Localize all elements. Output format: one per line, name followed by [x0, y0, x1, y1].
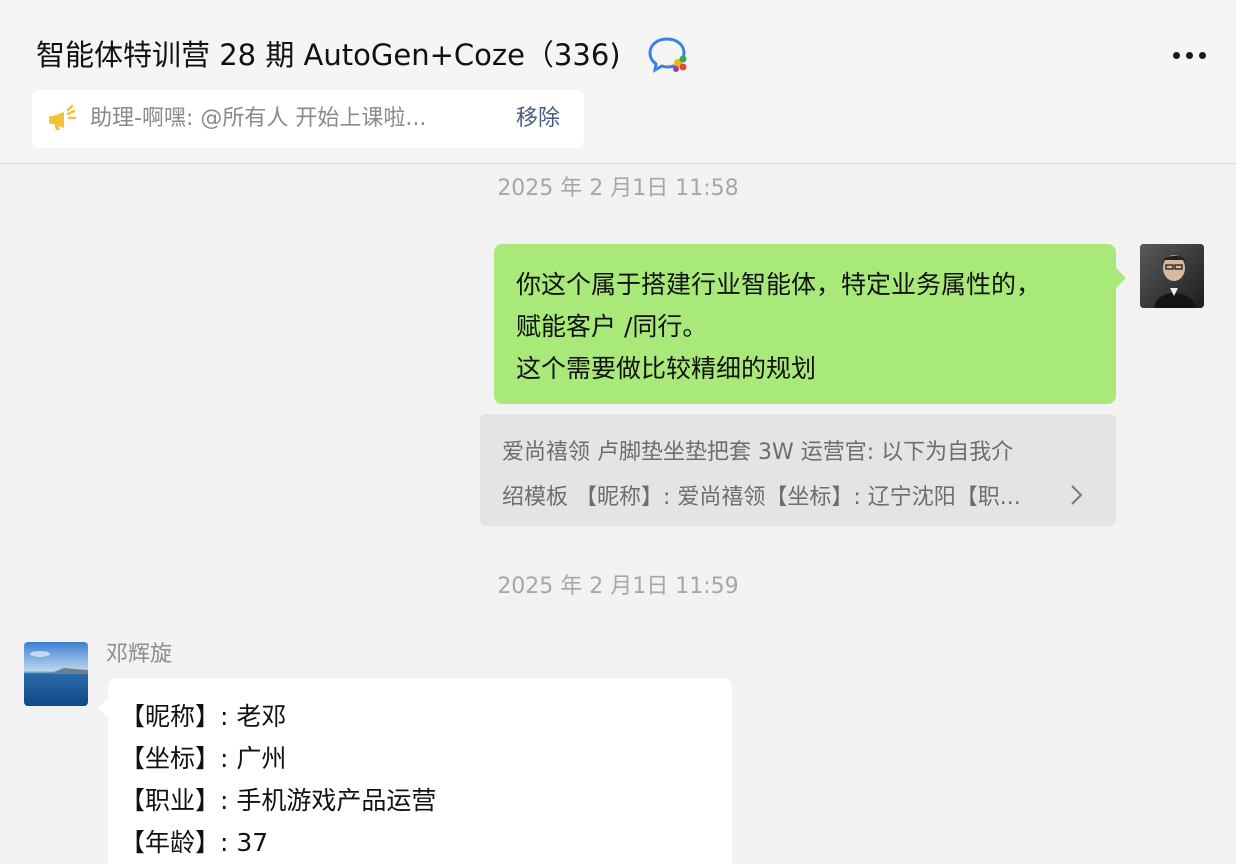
- other-message-bubble[interactable]: 【昵称】: 老邓 【坐标】: 广州 【职业】: 手机游戏产品运营 【年龄】: 3…: [98, 678, 732, 864]
- message-line: 这个需要做比较精细的规划: [516, 354, 817, 383]
- dot: [1185, 51, 1193, 59]
- message-line: 【昵称】: 老邓: [120, 702, 287, 731]
- message-line: 【坐标】: 广州: [120, 744, 287, 773]
- chat-header: 智能体特训营 28 期 AutoGen+Coze（336) 助理-啊嘿: @所有…: [0, 0, 1236, 164]
- quote-line: 绍模板 【昵称】: 爱尚禧领【坐标】: 辽宁沈阳【职...: [502, 485, 1021, 510]
- message-line: 你这个属于搭建行业智能体，特定业务属性的，: [516, 270, 1042, 299]
- chat-window: 智能体特训营 28 期 AutoGen+Coze（336) 助理-啊嘿: @所有…: [0, 0, 1236, 864]
- chat-title: 智能体特训营 28 期 AutoGen+Coze（336): [36, 38, 621, 72]
- group-announcement[interactable]: 助理-啊嘿: @所有人 开始上课啦... 移除: [32, 90, 584, 148]
- self-message-bubble[interactable]: 你这个属于搭建行业智能体，特定业务属性的， 赋能客户 /同行。 这个需要做比较精…: [494, 244, 1126, 404]
- quote-line: 爱尚禧领 卢脚垫坐垫把套 3W 运营官: 以下为自我介: [502, 440, 1014, 465]
- dot: [1198, 51, 1206, 59]
- message-line: 【职业】: 手机游戏产品运营: [120, 786, 437, 815]
- message-line: 【年龄】: 37: [120, 828, 269, 857]
- message-timestamp: 2025 年 2 月1日 11:58: [497, 176, 739, 201]
- chevron-right-icon: [1070, 478, 1084, 505]
- announcement-text: 助理-啊嘿: @所有人 开始上课啦...: [90, 106, 427, 131]
- more-dots-icon[interactable]: [1164, 40, 1214, 70]
- message-timestamp: 2025 年 2 月1日 11:59: [497, 574, 739, 599]
- remove-announcement-button[interactable]: 移除: [516, 104, 560, 134]
- message-line: 赋能客户 /同行。: [516, 312, 708, 341]
- self-avatar[interactable]: [1140, 244, 1204, 308]
- group-chat-icon[interactable]: [648, 36, 690, 74]
- quoted-message[interactable]: 爱尚禧领 卢脚垫坐垫把套 3W 运营官: 以下为自我介 绍模板 【昵称】: 爱尚…: [480, 414, 1116, 526]
- sender-name: 邓辉旋: [106, 642, 173, 667]
- dot: [1172, 51, 1180, 59]
- announcement-icon: [46, 104, 78, 134]
- sender-avatar[interactable]: [24, 642, 88, 706]
